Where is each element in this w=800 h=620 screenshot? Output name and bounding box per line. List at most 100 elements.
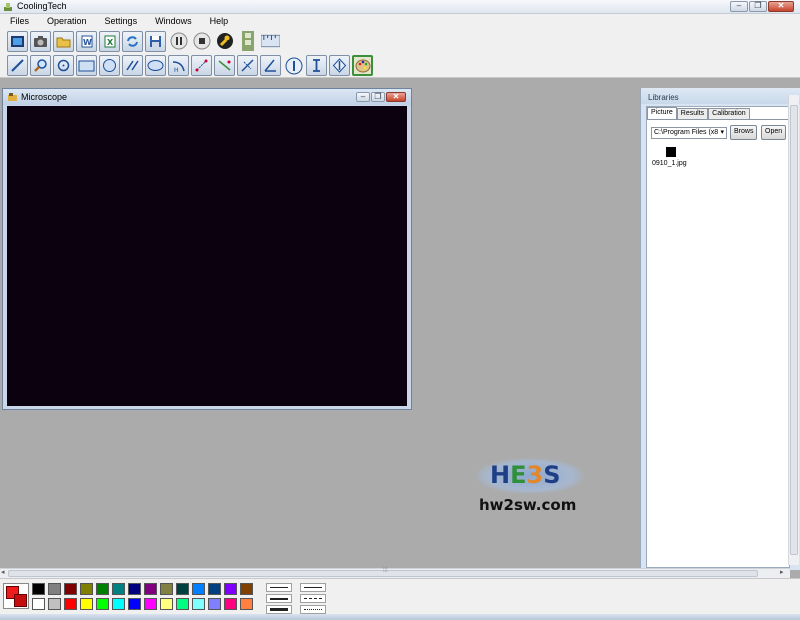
color-swatch[interactable]: [48, 583, 61, 595]
open-folder-button[interactable]: [53, 30, 74, 52]
chevron-down-icon: ▾: [720, 129, 724, 136]
color-swatch[interactable]: [176, 598, 189, 610]
color-swatch[interactable]: [32, 598, 45, 610]
color-swatch[interactable]: [128, 598, 141, 610]
line-tool-icon: [11, 59, 24, 72]
circle-tool-button[interactable]: [99, 55, 120, 76]
svg-text:W: W: [83, 38, 92, 47]
refresh-button[interactable]: [122, 30, 143, 52]
microscope-caption[interactable]: Microscope – ❐ ✕: [3, 89, 411, 105]
microscope-restore-button[interactable]: ❐: [371, 92, 385, 102]
file-name[interactable]: 0910_1.jpg: [652, 160, 687, 167]
line-angle-icon: [218, 60, 231, 71]
line-angle-button[interactable]: [214, 55, 235, 76]
color-swatch[interactable]: [176, 583, 189, 595]
pause-button[interactable]: [168, 31, 189, 52]
window-title: CoolingTech: [17, 1, 67, 11]
current-colors[interactable]: [3, 583, 29, 609]
minimize-button[interactable]: –: [730, 1, 748, 12]
color-swatch[interactable]: [224, 583, 237, 595]
color-swatch[interactable]: [160, 583, 173, 595]
stop-button[interactable]: [191, 31, 212, 52]
color-swatch[interactable]: [192, 583, 205, 595]
color-swatch[interactable]: [96, 598, 109, 610]
color-swatch[interactable]: [192, 598, 205, 610]
wrench-button[interactable]: [214, 31, 235, 52]
menu-windows[interactable]: Windows: [145, 14, 200, 28]
color-swatch[interactable]: [64, 598, 77, 610]
color-swatch[interactable]: [96, 583, 109, 595]
text-cursor-button[interactable]: [306, 55, 327, 76]
color-palette-button[interactable]: [352, 55, 373, 76]
menu-settings[interactable]: Settings: [95, 14, 146, 28]
background-color-swatch[interactable]: [14, 594, 27, 607]
horizontal-scrollbar[interactable]: ◂ ⦙⦙⦙ ▸: [0, 567, 790, 578]
zoom-button[interactable]: [30, 55, 51, 76]
line-style-solid[interactable]: [300, 583, 326, 592]
parallel-lines-button[interactable]: [122, 55, 143, 76]
microscope-minimize-button[interactable]: –: [356, 92, 370, 102]
camera-button[interactable]: [30, 30, 51, 52]
excel-export-button[interactable]: X: [99, 30, 120, 52]
watermark-logo: HE3S: [490, 461, 561, 489]
line-style-dotted[interactable]: [300, 605, 326, 614]
app-icon: [4, 3, 12, 11]
scroll-left-icon[interactable]: ◂: [1, 568, 5, 576]
file-thumbnail[interactable]: [666, 147, 676, 157]
menu-help[interactable]: Help: [200, 14, 237, 28]
word-export-button[interactable]: W: [76, 30, 97, 52]
arc-tool-button[interactable]: H: [168, 55, 189, 76]
restore-button[interactable]: ❐: [749, 1, 767, 12]
ruler-button[interactable]: [260, 31, 281, 52]
scroll-right-icon[interactable]: ▸: [780, 568, 784, 576]
menu-operation[interactable]: Operation: [37, 14, 95, 28]
ellipse-tool-button[interactable]: [145, 55, 166, 76]
rectangle-tool-button[interactable]: [76, 55, 97, 76]
microscope-window[interactable]: Microscope – ❐ ✕: [2, 88, 412, 410]
path-dropdown[interactable]: C:\Program Files (x8 ▾: [651, 127, 727, 139]
color-swatch[interactable]: [240, 583, 253, 595]
film-strip-button[interactable]: [237, 31, 258, 52]
line-width-medium[interactable]: [266, 594, 292, 603]
line-width-thick[interactable]: [266, 605, 292, 614]
color-swatch[interactable]: [144, 583, 157, 595]
open-button[interactable]: Open: [761, 125, 787, 140]
microscope-live-view[interactable]: [7, 106, 407, 406]
color-swatch[interactable]: [112, 583, 125, 595]
line-width-thin[interactable]: [266, 583, 292, 592]
angle-tool-button[interactable]: [260, 55, 281, 76]
color-swatch[interactable]: [160, 598, 173, 610]
color-swatch[interactable]: [208, 598, 221, 610]
color-swatch[interactable]: [240, 598, 253, 610]
vertical-scroll-thumb[interactable]: [790, 105, 798, 555]
vertical-measure-button[interactable]: [283, 55, 304, 76]
point-distance-button[interactable]: [191, 55, 212, 76]
save-button[interactable]: [145, 30, 166, 52]
color-swatch[interactable]: [80, 583, 93, 595]
circle-select-button[interactable]: [53, 55, 74, 76]
menu-files[interactable]: Files: [0, 14, 37, 28]
color-swatch[interactable]: [32, 583, 45, 595]
save-icon: [150, 35, 161, 47]
color-swatch[interactable]: [64, 583, 77, 595]
microscope-close-button[interactable]: ✕: [386, 92, 406, 102]
wrench-icon: [216, 33, 233, 49]
color-swatch[interactable]: [48, 598, 61, 610]
taskbar: [0, 614, 800, 620]
color-swatch[interactable]: [144, 598, 157, 610]
color-swatch[interactable]: [224, 598, 237, 610]
diamond-measure-button[interactable]: [329, 55, 350, 76]
close-button[interactable]: ✕: [768, 1, 794, 12]
color-swatch[interactable]: [80, 598, 93, 610]
ruler-icon: [261, 34, 280, 48]
color-swatch[interactable]: [112, 598, 125, 610]
browse-button[interactable]: Brows: [730, 125, 758, 140]
perpendicular-button[interactable]: [237, 55, 258, 76]
circle-select-icon: [57, 59, 70, 72]
color-swatch[interactable]: [128, 583, 141, 595]
video-capture-button[interactable]: [7, 30, 28, 52]
color-swatch[interactable]: [208, 583, 221, 595]
vertical-scrollbar[interactable]: [788, 95, 799, 565]
line-tool-button[interactable]: [7, 55, 28, 76]
line-style-dashed[interactable]: [300, 594, 326, 603]
